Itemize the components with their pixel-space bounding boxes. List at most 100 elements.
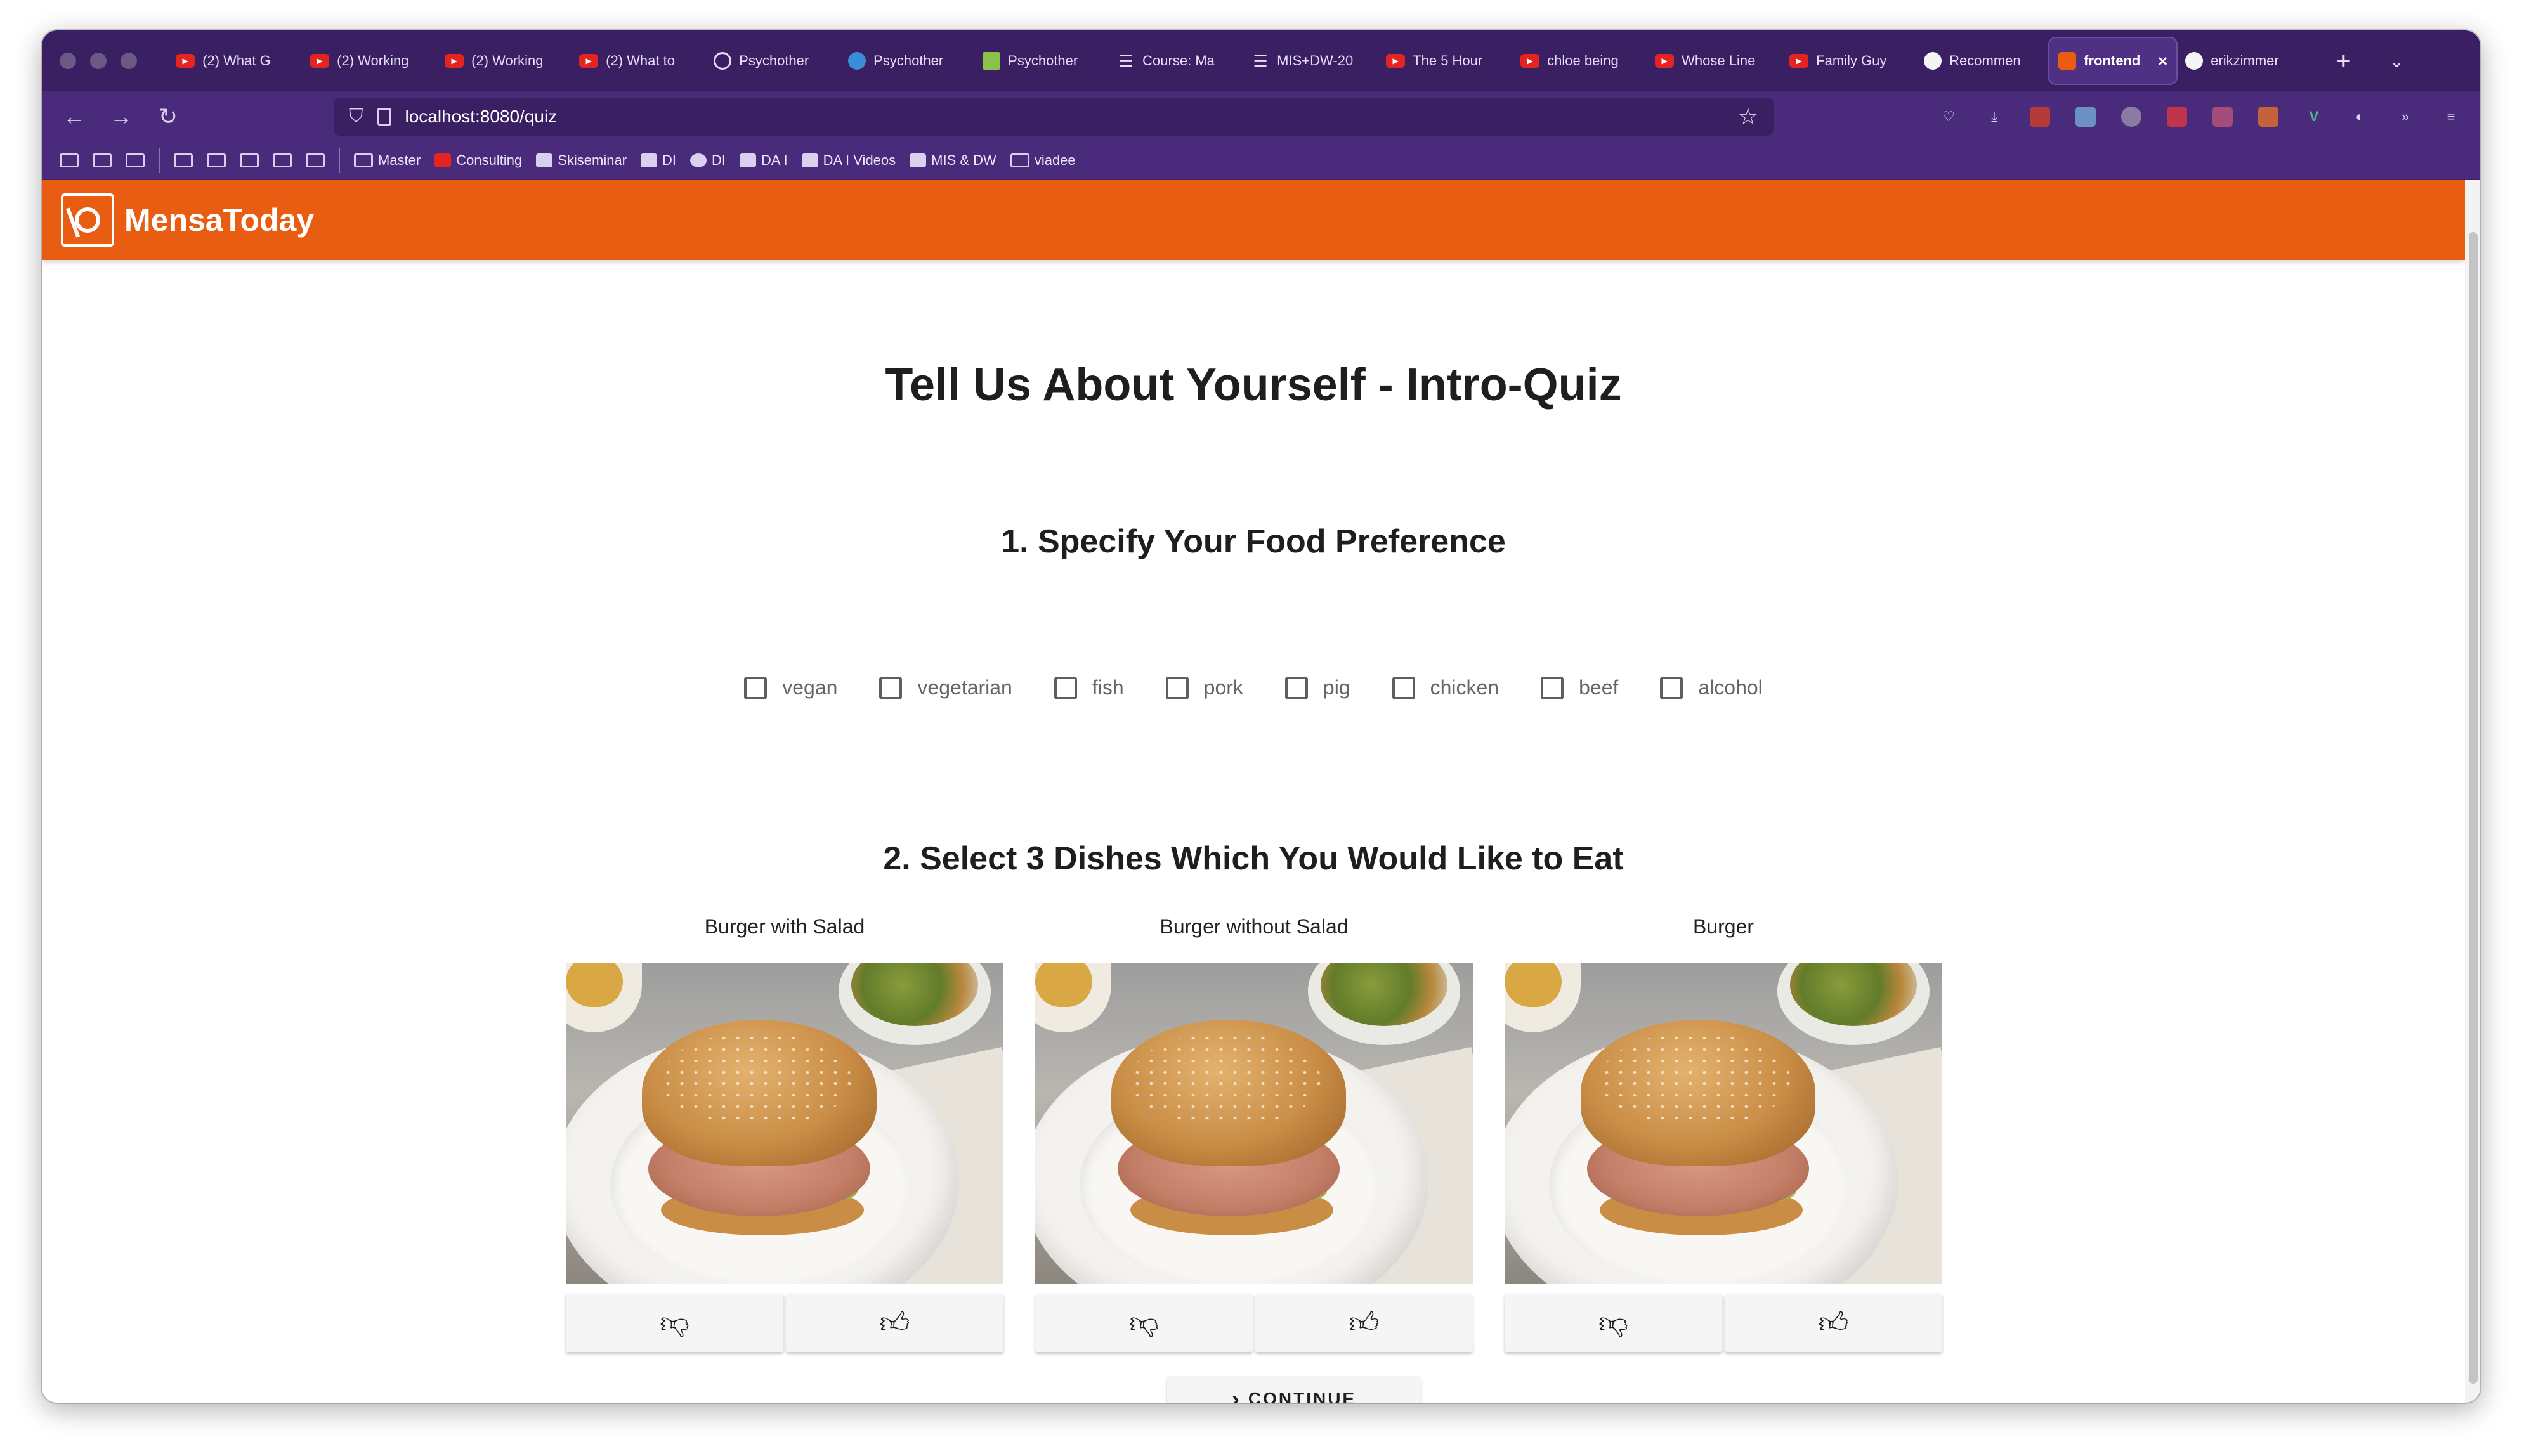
preference-vegetarian[interactable]: vegetarian [879,676,1012,699]
tab-label: MIS+DW-20 [1277,53,1354,68]
app-title[interactable]: MensaToday [124,202,314,238]
pocket-icon[interactable]: ♡ [1938,107,1959,127]
like-button[interactable]: 👍︎ [786,1294,1003,1352]
bookmark-di-2[interactable]: DI [690,152,726,169]
checkbox[interactable] [1660,676,1683,699]
browser-tab-active[interactable]: frontend × [2049,38,2177,84]
bookmark-da-i[interactable]: DA I [740,152,788,169]
folder-icon[interactable] [93,153,112,167]
url-text[interactable]: localhost:8080/quiz [405,107,558,127]
tab-label: Family Guy [1816,53,1887,68]
preference-fish[interactable]: fish [1054,676,1124,699]
browser-tab[interactable]: ☰ Course: Ma [1108,38,1243,84]
moodle-icon [910,153,927,167]
tab-list: ▶ (2) What G ▶ (2) Working ▶ (2) Working ▶ (… [167,30,2480,91]
browser-tab[interactable]: ▶ (2) Working [301,38,436,84]
back-arrow-icon[interactable]: ← [51,103,98,130]
browser-tab[interactable]: erikzimmer [2176,38,2311,84]
folder-icon[interactable] [126,153,145,167]
browser-tab[interactable]: ▶ (2) What to [570,38,705,84]
bookmark-star-icon[interactable]: ☆ [1738,103,1758,130]
tab-label: chloe being [1547,53,1619,68]
folder-icon[interactable] [240,153,259,167]
browser-tab[interactable]: ▶ (2) Working [436,38,571,84]
checkbox[interactable] [1165,676,1189,699]
bookmark-mis-dw[interactable]: MIS & DW [910,152,996,169]
page-title: Tell Us About Yourself - Intro-Quiz [885,360,1622,410]
mensa-logo-icon[interactable] [61,193,114,247]
like-button[interactable]: 👍︎ [1725,1294,1942,1352]
bookmark-master[interactable]: Master [354,152,421,169]
folder-icon[interactable] [174,153,193,167]
folder-icon[interactable] [60,153,79,167]
forward-arrow-icon[interactable]: → [98,103,145,130]
preference-beef[interactable]: beef [1541,676,1618,699]
browser-tab[interactable]: Psychother [839,38,974,84]
continue-button[interactable]: › CONTINUE [1167,1376,1421,1403]
checkbox-label: vegetarian [917,676,1012,699]
download-icon[interactable]: ⤓ [1984,107,2004,127]
checkbox[interactable] [1541,676,1564,699]
browser-tab[interactable]: Psychother [705,38,840,84]
scrollbar-thumb[interactable] [2469,232,2478,1384]
bookmark-consulting[interactable]: Consulting [434,152,522,169]
folder-icon[interactable] [273,153,292,167]
extension-icon[interactable] [2258,107,2278,127]
folder-icon[interactable] [306,153,325,167]
moodle-icon: ☰ [1253,51,1268,70]
browser-tab[interactable]: ▶ Family Guy [1780,38,1916,84]
address-bar[interactable]: ⛉ localhost:8080/quiz ☆ [334,98,1774,136]
preference-vegan[interactable]: vegan [744,676,837,699]
save-icon[interactable] [2075,107,2096,127]
browser-tab[interactable]: Recommen [1915,38,2050,84]
bookmark-label: Master [378,152,421,168]
close-window-button[interactable] [60,53,76,69]
tab-label: Recommen [1949,53,2021,68]
minimize-window-button[interactable] [90,53,107,69]
checkbox[interactable] [1054,676,1077,699]
extension-icon[interactable] [2121,107,2141,127]
browser-tab[interactable]: ▶ chloe being [1512,38,1647,84]
dislike-button[interactable]: 👎︎ [1035,1294,1253,1352]
checkbox[interactable] [744,676,768,699]
reload-icon[interactable]: ↻ [145,103,192,130]
bookmark-viadee[interactable]: viadee [1010,152,1076,169]
chevron-down-icon[interactable]: ⌄ [2389,51,2404,72]
folder-icon[interactable] [207,153,226,167]
like-button[interactable]: 👍︎ [1255,1294,1473,1352]
tab-label: (2) What G [202,53,271,68]
mensa-icon [2058,52,2077,70]
browser-tab[interactable]: ▶ Whose Line [1646,38,1781,84]
preference-pork[interactable]: pork [1165,676,1243,699]
browser-tab[interactable]: ☰ MIS+DW-20 [1243,38,1378,84]
vue-devtools-icon[interactable]: V [2304,107,2324,127]
bookmark-skiseminar[interactable]: Skiseminar [536,152,627,169]
extension-icon[interactable] [2030,107,2050,127]
browser-tab[interactable]: Psychother [974,38,1109,84]
bookmark-da-i-videos[interactable]: DA I Videos [801,152,896,169]
dislike-button[interactable]: 👎︎ [566,1294,783,1352]
menu-icon[interactable]: ≡ [2441,107,2461,127]
browser-tab[interactable]: ▶ The 5 Hour [1377,38,1512,84]
overflow-chevron-icon[interactable]: » [2395,107,2415,127]
checkbox-label: alcohol [1698,676,1763,699]
shield-icon[interactable]: ⛉ [349,106,363,127]
extension-icon[interactable] [2212,107,2233,127]
close-tab-icon[interactable]: × [2158,51,2167,71]
new-tab-icon[interactable]: + [2336,47,2351,75]
extension-icon[interactable]: ◐ [2349,107,2370,127]
checkbox[interactable] [1392,676,1415,699]
maximize-window-button[interactable] [121,53,137,69]
checkbox[interactable] [1284,676,1308,699]
checkbox[interactable] [879,676,903,699]
browser-tab[interactable]: ▶ (2) What G [167,38,302,84]
preference-chicken[interactable]: chicken [1392,676,1499,699]
dislike-button[interactable]: 👎︎ [1505,1294,1722,1352]
extension-icon[interactable] [2167,107,2187,127]
tab-label: Whose Line [1682,53,1756,68]
preference-pig[interactable]: pig [1284,676,1350,699]
preference-alcohol[interactable]: alcohol [1660,676,1763,699]
scrollbar[interactable] [2465,180,2480,1403]
bookmarks-bar: Master Consulting Skiseminar DI DI DA I … [42,142,2480,180]
bookmark-di[interactable]: DI [641,152,676,169]
